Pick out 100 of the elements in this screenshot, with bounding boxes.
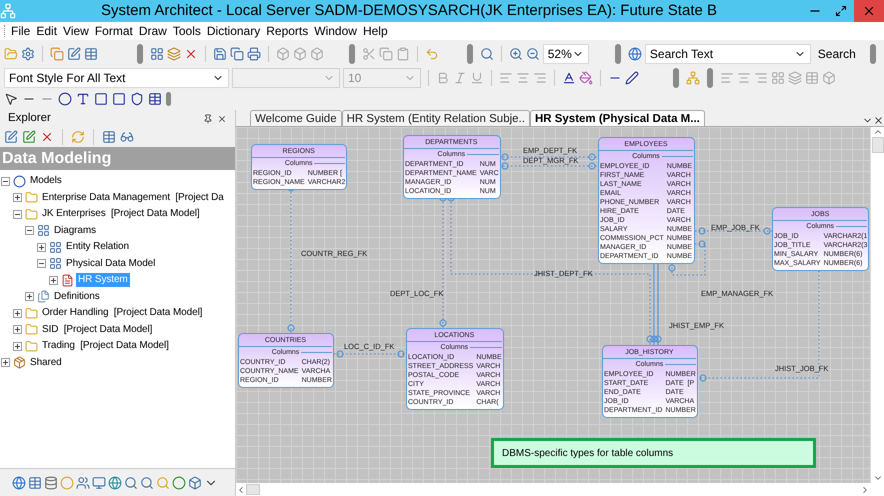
expander-button[interactable]: [13, 308, 22, 318]
search-field[interactable]: Search Text: [644, 44, 811, 64]
expander-button[interactable]: [13, 342, 22, 351]
printer-icon[interactable]: [247, 47, 262, 61]
scrollbar-thumb[interactable]: [246, 484, 260, 495]
expander-button[interactable]: [1, 358, 10, 368]
expander-button[interactable]: [25, 292, 34, 302]
menu-item[interactable]: Format: [92, 22, 135, 40]
close-icon[interactable]: [873, 115, 884, 126]
grid-icon[interactable]: [37, 224, 50, 238]
toolbar-grip-icon[interactable]: [137, 44, 144, 64]
font-style-dropdown[interactable]: Font Style For All Text: [4, 68, 229, 88]
menu-item[interactable]: View: [61, 22, 91, 40]
ring-icon[interactable]: [172, 476, 186, 490]
menu-item[interactable]: Edit: [34, 22, 60, 40]
expander-button[interactable]: [13, 210, 22, 219]
grid-icon[interactable]: [150, 47, 164, 61]
tree-item[interactable]: Diagrams: [52, 224, 98, 238]
tree-item[interactable]: Enterprise Data Management [Project Da: [40, 190, 226, 205]
menu-item[interactable]: Tools: [170, 22, 203, 40]
toolbar-grip-icon[interactable]: [673, 68, 679, 88]
toolbar-grip-icon[interactable]: [4, 25, 7, 37]
globe-icon[interactable]: [108, 476, 122, 490]
copy-icon[interactable]: [230, 47, 244, 61]
toolbar-grip-icon[interactable]: [166, 92, 171, 106]
diagram-canvas[interactable]: [236, 127, 870, 483]
expander-button[interactable]: [13, 325, 22, 334]
toolbar-grip-icon[interactable]: [466, 44, 473, 64]
document-tab[interactable]: HR System (Physical Data M...: [530, 110, 705, 126]
glasses-icon[interactable]: [120, 130, 134, 144]
menu-item[interactable]: Reports: [264, 22, 310, 40]
expander-button[interactable]: [49, 276, 58, 285]
shape-icon[interactable]: [94, 92, 108, 106]
menu-item[interactable]: Help: [360, 22, 390, 40]
document-icon[interactable]: [61, 274, 74, 287]
zoom-out-icon[interactable]: [526, 47, 540, 61]
toolbar-grip-icon[interactable]: [870, 44, 876, 64]
expander-button[interactable]: [1, 176, 10, 186]
delete-icon[interactable]: [40, 130, 54, 144]
menu-item[interactable]: Dictionary: [204, 22, 262, 40]
zoom-in-icon[interactable]: [508, 47, 523, 61]
menu-item[interactable]: File: [9, 22, 32, 40]
globe-icon[interactable]: [12, 476, 26, 490]
table-icon[interactable]: [148, 92, 162, 106]
table-icon[interactable]: [102, 130, 116, 144]
edit-icon[interactable]: [67, 47, 81, 61]
font-color-icon[interactable]: [562, 71, 576, 85]
layers-icon[interactable]: [167, 47, 182, 61]
tree-item[interactable]: Physical Data Model: [64, 256, 158, 271]
tree-item[interactable]: SID [Project Data Model]: [40, 322, 154, 337]
expander-button[interactable]: [13, 193, 22, 202]
tree-item[interactable]: JK Enterprises [Project Data Model]: [40, 207, 202, 222]
tree-item[interactable]: Models: [28, 174, 64, 188]
close-icon[interactable]: [217, 114, 227, 124]
database-icon[interactable]: [44, 476, 58, 490]
tree-item[interactable]: Trading [Project Data Model]: [40, 339, 171, 354]
search-button[interactable]: Search: [814, 44, 863, 64]
expander-button[interactable]: [37, 259, 46, 268]
zoom-dropdown[interactable]: 52%: [542, 44, 589, 64]
text-tool-icon[interactable]: [76, 92, 90, 106]
toolbar-grip-icon[interactable]: [349, 44, 356, 64]
document-tab[interactable]: HR System (Entity Relation Subje..: [342, 110, 530, 126]
fill-bucket-icon[interactable]: [579, 71, 593, 85]
tree-item[interactable]: Entity Relation: [64, 240, 131, 254]
copy-icon[interactable]: [50, 47, 64, 61]
menu-item[interactable]: Draw: [136, 22, 169, 40]
tree-item[interactable]: Shared: [28, 356, 64, 370]
tree-item[interactable]: Definitions: [52, 290, 102, 304]
ellipse-icon[interactable]: [58, 92, 72, 106]
scrollbar-thumb[interactable]: [872, 137, 884, 153]
gear-icon[interactable]: [21, 47, 35, 61]
vertical-scrollbar[interactable]: [870, 127, 884, 483]
package-icon[interactable]: [13, 356, 26, 370]
search-icon[interactable]: [140, 476, 154, 490]
edit-icon[interactable]: [22, 130, 36, 144]
pointer-icon[interactable]: [4, 92, 18, 106]
document-tab[interactable]: Welcome Guide: [250, 110, 342, 126]
edit-icon[interactable]: [4, 130, 18, 144]
table-icon[interactable]: [28, 476, 42, 490]
shield-icon[interactable]: [130, 92, 144, 106]
grid-icon[interactable]: [49, 257, 62, 270]
pin-icon[interactable]: [203, 114, 213, 124]
expander-button[interactable]: [37, 242, 46, 252]
menu-item[interactable]: Window: [312, 22, 359, 40]
rectangle-icon[interactable]: [112, 92, 126, 106]
globe-icon[interactable]: [628, 47, 642, 61]
monitor-icon[interactable]: [92, 476, 106, 490]
users-icon[interactable]: [76, 476, 90, 490]
search-icon[interactable]: [124, 476, 138, 490]
tree-item[interactable]: Order Handling [Project Data Model]: [40, 306, 204, 320]
table-icon[interactable]: [84, 47, 98, 61]
model-icon[interactable]: [13, 174, 26, 188]
close-button[interactable]: [854, 0, 884, 22]
save-icon[interactable]: [213, 47, 228, 61]
pen-icon[interactable]: [625, 71, 639, 85]
expander-button[interactable]: [25, 226, 34, 236]
horizontal-scrollbar[interactable]: [236, 483, 884, 496]
toolbar-grip-icon[interactable]: [614, 44, 621, 64]
toolbar-grip-icon[interactable]: [707, 68, 713, 88]
search-icon[interactable]: [480, 47, 494, 61]
